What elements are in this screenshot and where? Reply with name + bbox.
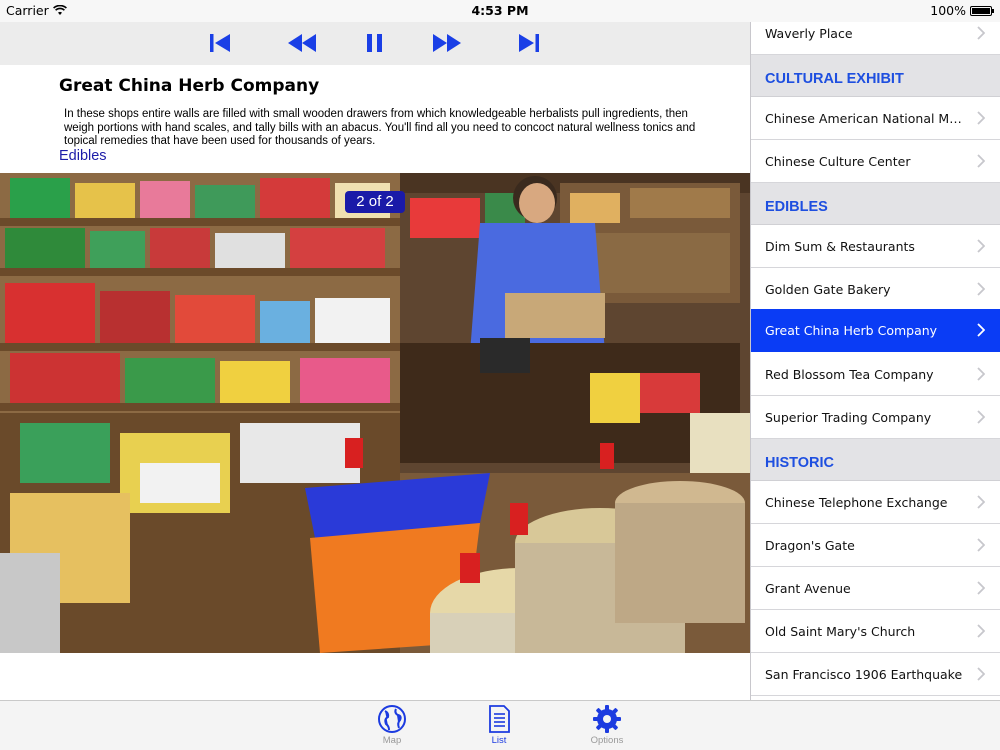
list-item-label: Dragon's Gate xyxy=(765,537,855,553)
chevron-right-icon xyxy=(977,111,985,125)
list-item-label: Chinese Telephone Exchange xyxy=(765,494,948,510)
tab-map[interactable]: Map xyxy=(362,704,422,750)
skip-back-icon xyxy=(210,34,230,52)
chevron-right-icon xyxy=(977,495,985,509)
tab-list[interactable]: List xyxy=(469,704,529,750)
fast-forward-button[interactable] xyxy=(431,31,463,55)
chevron-right-icon xyxy=(977,26,985,40)
battery-percent: 100% xyxy=(930,3,966,18)
section-header-historic: HISTORIC xyxy=(751,439,1000,481)
section-header-edibles: EDIBLES xyxy=(751,183,1000,225)
battery-icon xyxy=(970,5,994,16)
list-item-label: San Francisco 1906 Earthquake xyxy=(765,666,963,682)
list-item-label: Red Blossom Tea Company xyxy=(765,366,934,382)
chevron-right-icon xyxy=(977,581,985,595)
photo-counter-badge: 2 of 2 xyxy=(345,191,405,213)
category-link[interactable]: Edibles xyxy=(59,148,107,164)
list-item[interactable]: Chinese Telephone Exchange xyxy=(751,481,1000,524)
document-list-icon xyxy=(489,705,510,733)
list-item[interactable]: Superior Trading Company xyxy=(751,396,1000,439)
tab-label: Options xyxy=(590,735,624,746)
chevron-right-icon xyxy=(977,323,985,337)
status-bar: Carrier 4:53 PM 100% xyxy=(0,0,1000,22)
herb-shop-photo xyxy=(0,173,750,653)
tab-label: List xyxy=(491,735,507,746)
media-toolbar xyxy=(0,22,750,65)
list-item-label: Great China Herb Company xyxy=(765,322,938,338)
chevron-right-icon xyxy=(977,538,985,552)
tab-options[interactable]: Options xyxy=(577,704,637,750)
list-item-label: Superior Trading Company xyxy=(765,409,932,425)
places-list: Waverly Place CULTURAL EXHIBIT Chinese A… xyxy=(750,22,1000,700)
list-item[interactable]: Chinese American National Museum xyxy=(751,97,1000,140)
chevron-right-icon xyxy=(977,154,985,168)
tab-bar: Map List Options xyxy=(0,700,1000,750)
status-time: 4:53 PM xyxy=(471,3,529,18)
skip-to-end-button[interactable] xyxy=(516,31,542,55)
list-item[interactable]: Old Saint Mary's Church xyxy=(751,610,1000,653)
list-item[interactable]: Dim Sum & Restaurants xyxy=(751,225,1000,268)
list-item[interactable]: Waverly Place xyxy=(751,22,1000,55)
list-item[interactable]: Chinese Culture Center xyxy=(751,140,1000,183)
chevron-right-icon xyxy=(977,624,985,638)
list-item[interactable]: San Francisco 1906 Earthquake xyxy=(751,653,1000,696)
list-item[interactable]: Dragon's Gate xyxy=(751,524,1000,567)
list-item-selected[interactable]: Great China Herb Company xyxy=(751,309,1000,352)
list-item[interactable]: Grant Avenue xyxy=(751,567,1000,610)
list-item[interactable]: Golden Gate Bakery xyxy=(751,268,1000,311)
globe-icon xyxy=(378,705,406,733)
skip-to-start-button[interactable] xyxy=(207,31,233,55)
place-description: In these shops entire walls are filled w… xyxy=(64,108,696,147)
list-item-label: Grant Avenue xyxy=(765,580,851,596)
chevron-right-icon xyxy=(977,667,985,681)
list-item-label: Waverly Place xyxy=(765,25,853,41)
list-item-label: Old Saint Mary's Church xyxy=(765,623,916,639)
detail-pane: Great China Herb Company In these shops … xyxy=(0,22,750,700)
chevron-right-icon xyxy=(977,367,985,381)
tab-label: Map xyxy=(382,735,402,746)
pause-icon xyxy=(367,34,382,52)
list-item-label: Chinese Culture Center xyxy=(765,153,911,169)
list-item-label: Chinese American National Museum xyxy=(765,110,965,126)
list-item[interactable]: Red Blossom Tea Company xyxy=(751,353,1000,396)
rewind-button[interactable] xyxy=(286,31,318,55)
fast-forward-icon xyxy=(433,34,461,52)
rewind-icon xyxy=(288,34,316,52)
place-photo[interactable] xyxy=(0,173,750,653)
chevron-right-icon xyxy=(977,239,985,253)
list-item-label: Dim Sum & Restaurants xyxy=(765,238,915,254)
list-item-label: Golden Gate Bakery xyxy=(765,281,891,297)
pause-button[interactable] xyxy=(362,31,388,55)
gear-icon xyxy=(593,705,621,733)
section-header-cultural-exhibit: CULTURAL EXHIBIT xyxy=(751,55,1000,97)
chevron-right-icon xyxy=(977,410,985,424)
battery-indicator: 100% xyxy=(930,3,994,18)
chevron-right-icon xyxy=(977,282,985,296)
place-title: Great China Herb Company xyxy=(59,76,320,96)
skip-forward-icon xyxy=(519,34,539,52)
